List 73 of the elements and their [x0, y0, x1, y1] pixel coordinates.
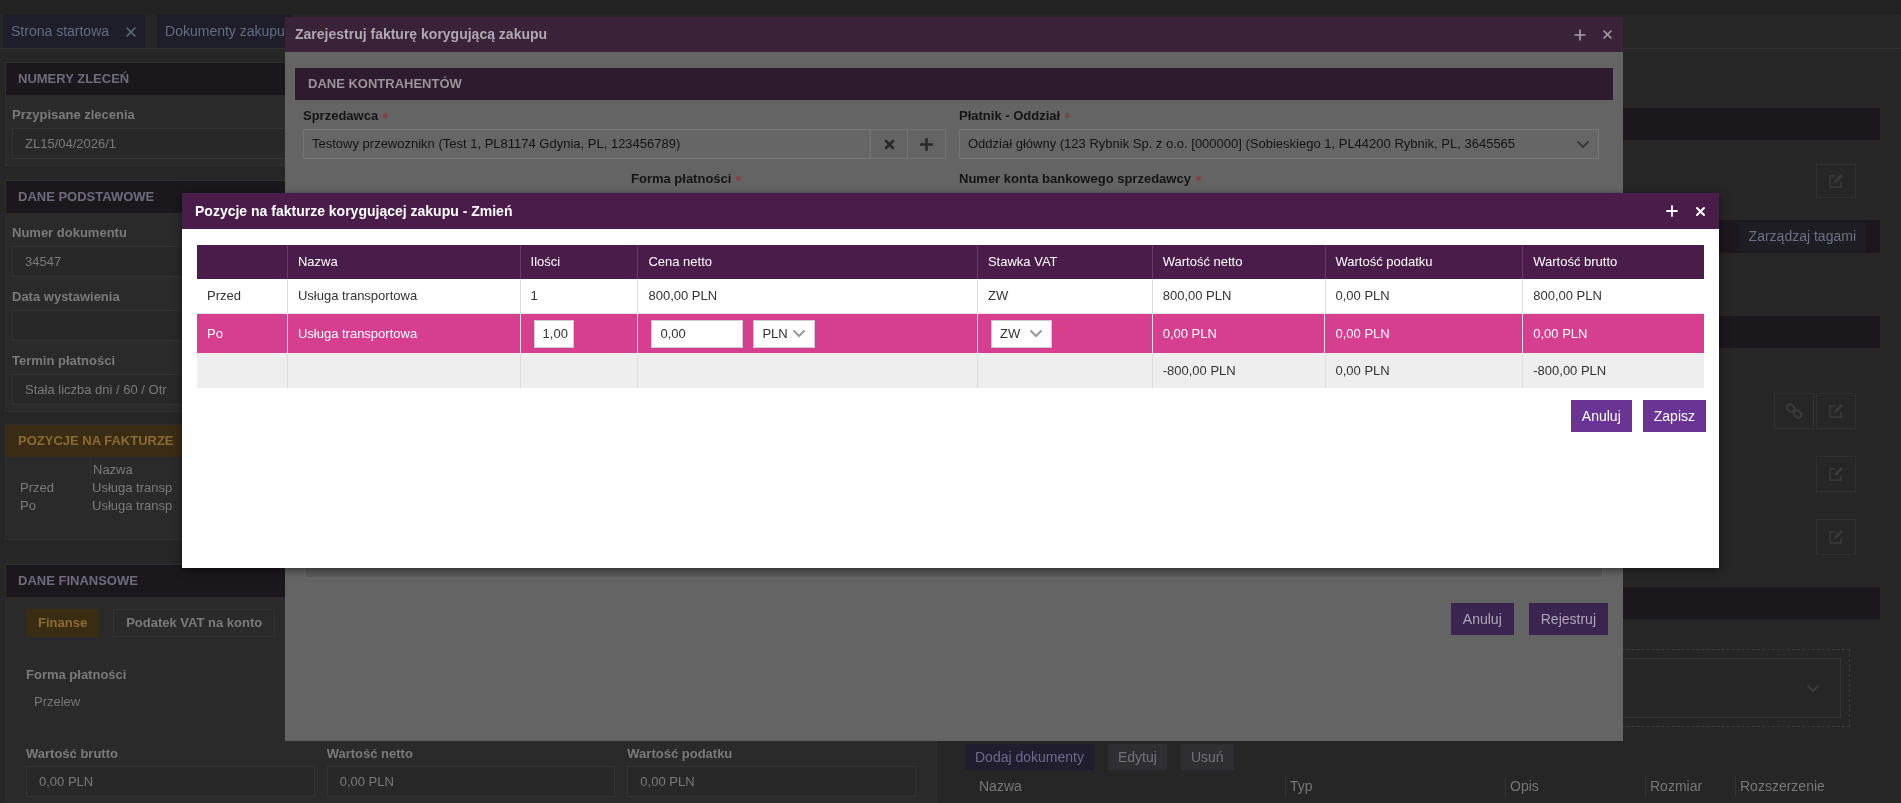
text-field[interactable]: Przelew	[26, 687, 266, 717]
tab[interactable]: Dokumenty zakupu	[157, 15, 293, 48]
field-label: Numer konta bankowego sprzedawcy	[959, 171, 1191, 187]
field-label: Przypisane zlecenia	[12, 107, 135, 123]
tab[interactable]: Strona startowa	[3, 15, 146, 48]
close-icon	[883, 138, 895, 150]
clear-button[interactable]	[871, 129, 908, 159]
chevron-down-icon	[792, 329, 807, 338]
button[interactable]: Zapisz	[1642, 400, 1706, 432]
text-field[interactable]: 0,00 PLN	[26, 766, 315, 797]
column-header: Typ	[1285, 776, 1505, 797]
table-cell: Usługa transp	[92, 497, 173, 515]
table-cell-text: Po	[206, 324, 224, 343]
text-field[interactable]: 0,00 PLN	[326, 766, 616, 797]
field-label: Wartość brutto	[26, 746, 118, 762]
column-header: Opis	[1505, 776, 1645, 797]
select[interactable]: ZW	[990, 319, 1052, 348]
document-button[interactable]: Dodaj dokumenty	[965, 744, 1094, 770]
column-header: Nazwa	[978, 777, 1023, 796]
plus-icon	[1666, 205, 1678, 217]
table-cell: Usługa transportowa	[286, 279, 520, 313]
input-field[interactable]: 1,00	[533, 319, 574, 348]
table-cell: -800,00 PLN	[1522, 353, 1704, 388]
field-label: Numer dokumentu	[12, 225, 127, 241]
table-cell: 800,00 PLN	[637, 279, 977, 313]
select-value: Oddział główny (123 Rybnik Sp. z o.o. [000000] (Sobieskiego 1, PL44200 Rybnik, PL, 3645565	[968, 135, 1517, 154]
chevron-down-icon	[1028, 329, 1043, 338]
column-header: Rozszerzenie	[1735, 776, 1855, 797]
plus-icon	[1574, 28, 1586, 41]
button[interactable]: Anuluj	[1570, 400, 1632, 432]
table-cell: -800,00 PLN	[1151, 353, 1325, 388]
manage-tags-button[interactable]: Zarządzaj tagami	[1738, 222, 1866, 251]
column-header: Rozmiar	[1645, 776, 1735, 797]
close-icon	[1695, 205, 1706, 217]
select-value: PLN	[762, 324, 788, 343]
field-label: Forma płatności	[26, 667, 127, 683]
chevron-down-icon	[1576, 139, 1590, 149]
table-cell: 800,00 PLN	[1151, 279, 1325, 313]
field-label: Sprzedawca	[303, 108, 379, 124]
table-cell: Usługa transp	[92, 479, 173, 497]
tab-label[interactable]: Dokumenty zakupu	[165, 21, 285, 42]
table-cell-text: Przed	[206, 287, 242, 306]
table-cell: 0,00 PLN	[1324, 353, 1523, 388]
select-value: ZW	[999, 324, 1021, 343]
text-field[interactable]: Testowy przewoznikn (Test 1, PL81174 Gdynia, PL, 123456789)	[303, 129, 871, 159]
column-header: Nazwa	[90, 461, 133, 479]
table-cell: 800,00 PLN	[1522, 279, 1704, 313]
field-label: Wartość podatku	[627, 746, 733, 762]
tab[interactable]: Podatek VAT na konto	[113, 609, 276, 637]
table-cell: 1	[519, 279, 638, 313]
table-cell-text: Po	[20, 497, 37, 515]
document-button[interactable]: Edytuj	[1107, 744, 1167, 770]
tab-label[interactable]: Strona startowa	[11, 21, 110, 42]
text-field[interactable]: 0,00 PLN	[627, 766, 916, 797]
select[interactable]: Oddział główny (123 Rybnik Sp. z o.o. [000000] (Sobieskiego 1, PL44200 Rybnik, PL, 3645565	[959, 129, 1599, 159]
button[interactable]: Anuluj	[1450, 603, 1514, 635]
table-cell: ZW	[976, 279, 1152, 313]
table-cell-text: Przed	[20, 479, 55, 497]
section-header: DANE KONTRAHENTÓW	[295, 68, 1613, 100]
field-label: Data wystawienia	[12, 289, 120, 305]
plus-icon	[920, 137, 933, 151]
close-icon	[1602, 29, 1613, 40]
button[interactable]: Rejestruj	[1528, 603, 1608, 635]
table-cell: 0,00 PLN	[1324, 279, 1523, 313]
dialog-title: Zarejestruj fakturę korygującą zakupu	[295, 25, 549, 44]
tab[interactable]: Finanse	[26, 609, 100, 637]
field-label: Płatnik - Oddział	[959, 108, 1061, 124]
select[interactable]: PLN	[753, 319, 816, 348]
document-button[interactable]: Usuń	[1180, 744, 1234, 770]
add-button[interactable]	[908, 129, 946, 159]
field-label: Wartość netto	[326, 746, 413, 762]
input-field[interactable]: 0,00	[651, 319, 744, 348]
field-label: Termin płatności	[12, 353, 116, 369]
